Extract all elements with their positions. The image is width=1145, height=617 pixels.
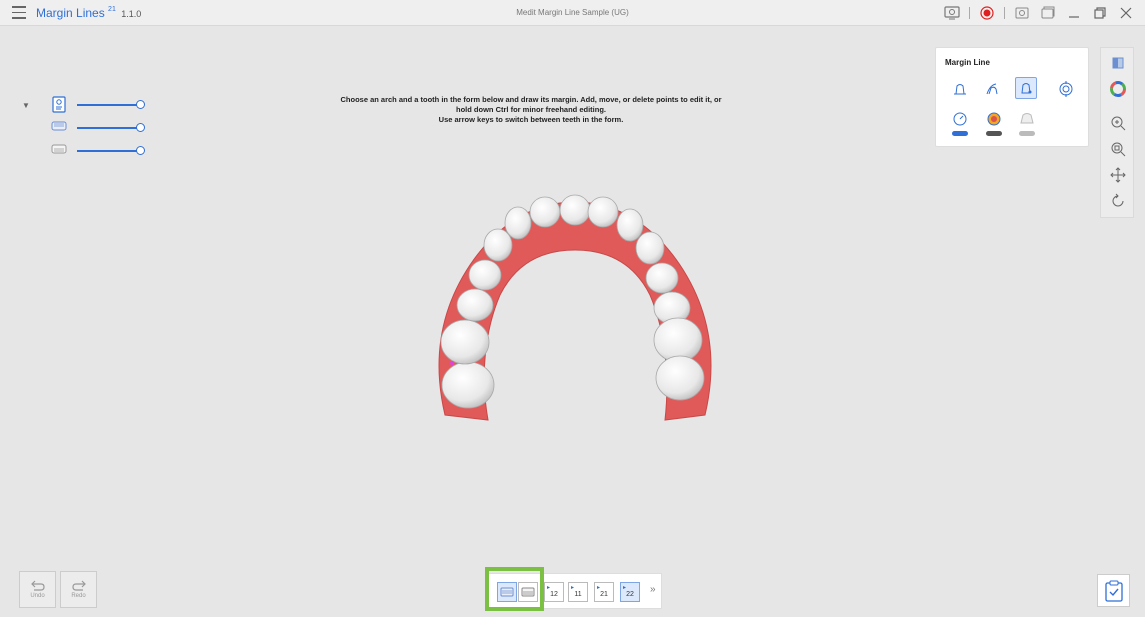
opacity-slider-thumb[interactable] — [136, 100, 145, 109]
gauge-toggle-icon[interactable] — [949, 108, 971, 130]
opacity-slider-track[interactable] — [77, 150, 139, 152]
die-toggle-icon[interactable] — [1016, 108, 1038, 130]
undo-button[interactable]: Undo — [19, 571, 56, 608]
margin-flag-icon: ▸ — [547, 585, 551, 591]
upper-jaw-icon[interactable] — [50, 119, 68, 135]
panel-title: Margin Line — [945, 58, 990, 67]
layer-row-document: ▼ — [22, 96, 152, 119]
3d-model-viewport[interactable] — [410, 190, 740, 430]
instruction-line-3: Use arrow keys to switch between teeth i… — [438, 115, 624, 125]
tooth-number: 11 — [574, 591, 582, 598]
upper-arch-icon[interactable] — [497, 582, 517, 602]
tooth-number: 12 — [550, 591, 558, 598]
margin-flag-icon: ▸ — [623, 585, 627, 591]
redo-icon — [71, 580, 86, 591]
layer-row-lower-jaw — [22, 142, 152, 165]
view-cube-icon[interactable] — [1107, 52, 1129, 74]
record-icon[interactable] — [978, 4, 996, 22]
tooth-button-22[interactable]: ▸ 22 — [620, 582, 640, 602]
undo-icon — [30, 580, 45, 591]
clipboard-check-icon — [1104, 580, 1123, 602]
tooth-button-11[interactable]: ▸ 11 — [568, 582, 588, 602]
lower-arch-icon[interactable] — [518, 582, 538, 602]
title-bar: Margin Lines 21 1.1.0 Medit Margin Line … — [0, 0, 1145, 26]
tooth-number: 22 — [626, 591, 634, 598]
screenshot-icon[interactable] — [1013, 4, 1031, 22]
instruction-text: Choose an arch and a tooth in the form b… — [330, 95, 732, 125]
zoom-fit-icon[interactable] — [1107, 138, 1129, 160]
minimize-icon[interactable] — [1065, 4, 1083, 22]
instruction-line-2: hold down Ctrl for minor freehand editin… — [456, 105, 606, 115]
dental-arch-model — [438, 194, 712, 421]
redo-button[interactable]: Redo — [60, 571, 97, 608]
opacity-slider-track[interactable] — [77, 127, 139, 129]
color-map-toggle-icon[interactable] — [983, 108, 1005, 130]
color-wheel-icon[interactable] — [1107, 78, 1129, 100]
complete-button[interactable] — [1097, 574, 1130, 607]
tooth-button-21[interactable]: ▸ 21 — [594, 582, 614, 602]
layer-row-upper-jaw — [22, 119, 152, 142]
toggle-disabled — [1019, 131, 1035, 136]
collapse-caret-icon[interactable]: ▼ — [22, 101, 30, 110]
close-icon[interactable] — [1117, 4, 1135, 22]
target-icon[interactable] — [1055, 78, 1077, 100]
freehand-margin-icon[interactable] — [981, 78, 1003, 100]
pan-icon[interactable] — [1107, 164, 1129, 186]
undo-label: Undo — [30, 593, 45, 599]
window-mode-icon[interactable] — [1039, 4, 1057, 22]
toggle-off[interactable] — [986, 131, 1002, 136]
window-controls — [943, 4, 1135, 22]
redo-label: Redo — [71, 593, 86, 599]
instruction-line-1: Choose an arch and a tooth in the form b… — [340, 95, 722, 104]
lower-jaw-icon[interactable] — [50, 142, 68, 158]
opacity-slider-track[interactable] — [77, 104, 139, 106]
tooth-number: 21 — [600, 591, 608, 598]
document-icon[interactable] — [50, 96, 68, 113]
screen-capture-icon[interactable] — [943, 4, 961, 22]
margin-flag-icon: ▸ — [597, 585, 601, 591]
toggle-on[interactable] — [952, 131, 968, 136]
rotate-icon[interactable] — [1107, 190, 1129, 212]
undo-redo-group: Undo Redo — [19, 571, 97, 608]
data-tree: ▼ — [22, 96, 152, 165]
margin-flag-icon: ▸ — [571, 585, 575, 591]
view-toolbar — [1100, 47, 1134, 218]
tooth-button-12[interactable]: ▸ 12 — [544, 582, 564, 602]
more-teeth-button[interactable]: » — [650, 584, 656, 595]
auto-margin-icon[interactable] — [949, 78, 971, 100]
margin-line-panel: Margin Line — [935, 47, 1089, 147]
opacity-slider-thumb[interactable] — [136, 123, 145, 132]
opacity-slider-thumb[interactable] — [136, 146, 145, 155]
restore-icon[interactable] — [1091, 4, 1109, 22]
tooth-selection-bar: ▸ 12 ▸ 11 ▸ 21 ▸ 22 » — [487, 573, 662, 609]
zoom-in-icon[interactable] — [1107, 112, 1129, 134]
edit-margin-icon[interactable] — [1015, 77, 1037, 99]
